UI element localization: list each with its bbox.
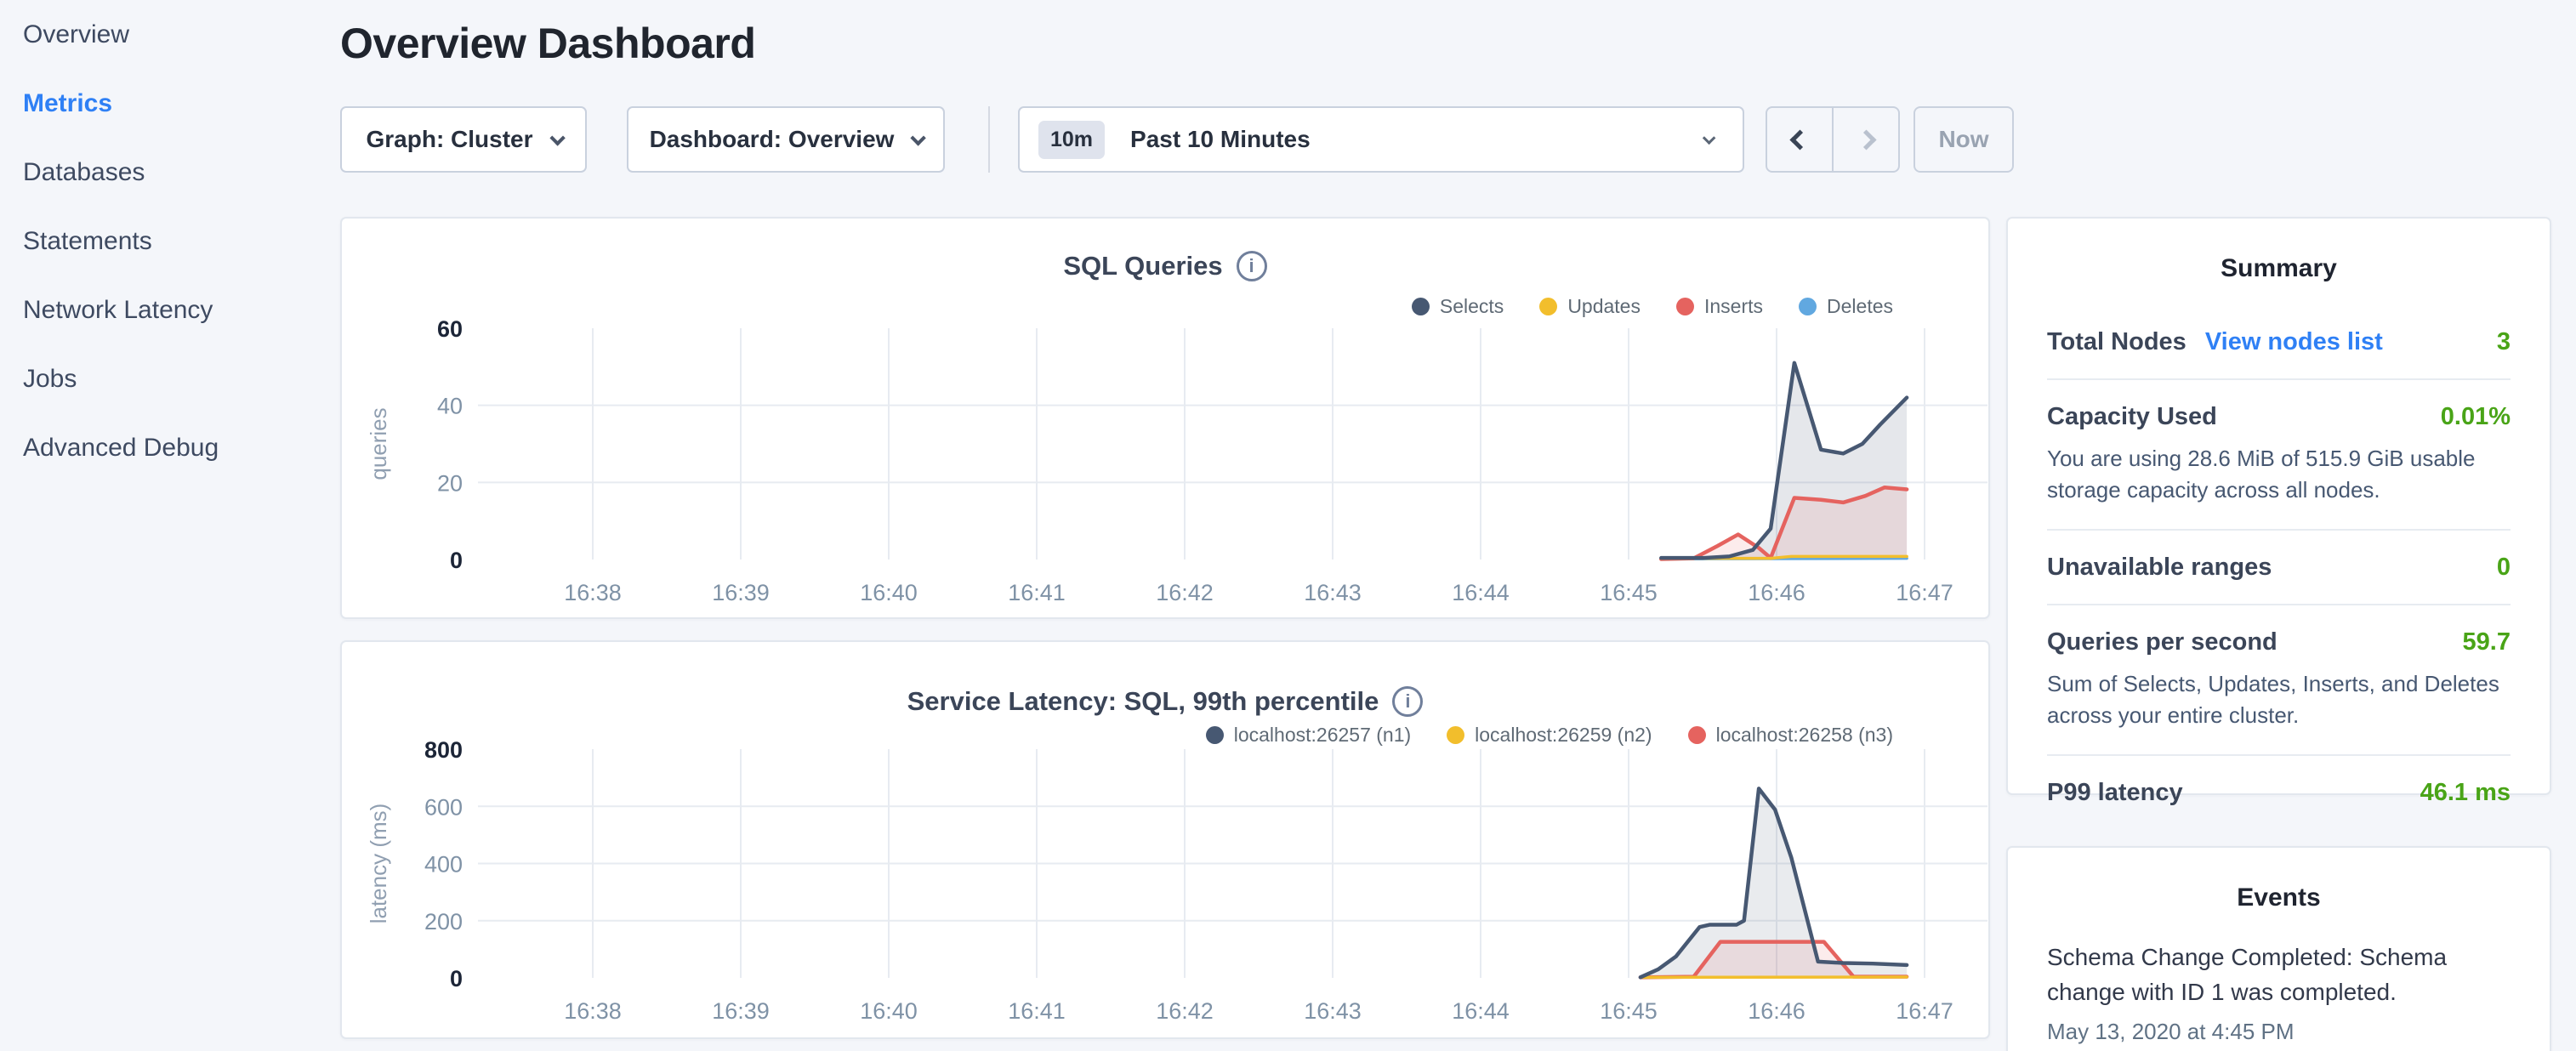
time-range-picker[interactable]: 10m Past 10 Minutes [1018,106,1744,173]
sidebar-item-advanced-debug[interactable]: Advanced Debug [0,413,340,482]
svg-text:16:39: 16:39 [712,580,770,605]
sidebar-item-overview[interactable]: Overview [0,0,340,69]
time-prev-button[interactable] [1767,108,1832,171]
chevron-down-icon [1703,131,1716,145]
svg-text:16:44: 16:44 [1452,580,1510,605]
sql-queries-chart-card: SQL Queries i SelectsUpdatesInsertsDelet… [340,217,1990,619]
time-range-label: Past 10 Minutes [1130,126,1703,153]
svg-text:16:41: 16:41 [1008,998,1066,1024]
summary-value: 46.1 ms [2420,779,2511,807]
svg-text:16:41: 16:41 [1008,580,1066,605]
svg-text:600: 600 [424,794,463,820]
event-timestamp: May 13, 2020 at 4:45 PM [2047,1019,2511,1045]
service-latency-plot[interactable]: 0 200 400 600 800 16:38 16:39 16:40 16:41 16:42 16… [342,639,1992,1037]
chevron-down-icon [549,130,565,145]
dashboard-dropdown[interactable]: Dashboard: Overview [627,106,945,173]
summary-description: You are using 28.6 MiB of 515.9 GiB usab… [2047,443,2511,507]
summary-title: Summary [2047,254,2511,283]
svg-text:40: 40 [437,394,463,419]
summary-label: P99 latency [2047,779,2183,807]
svg-text:16:38: 16:38 [564,580,622,605]
svg-text:20: 20 [437,470,463,496]
summary-row-total-nodes: Total Nodes View nodes list 3 [2047,305,2511,380]
svg-text:400: 400 [424,852,463,878]
svg-text:16:43: 16:43 [1304,580,1362,605]
sidebar-item-network-latency[interactable]: Network Latency [0,276,340,344]
svg-text:16:44: 16:44 [1452,998,1510,1024]
svg-text:16:47: 16:47 [1896,998,1953,1024]
svg-text:queries: queries [366,407,391,480]
sidebar-item-metrics[interactable]: Metrics [0,69,340,138]
svg-text:16:38: 16:38 [564,998,622,1024]
summary-value: 0 [2497,554,2511,582]
sidebar-item-jobs[interactable]: Jobs [0,344,340,413]
svg-text:16:46: 16:46 [1748,998,1805,1024]
chevron-left-icon [1789,129,1810,150]
svg-text:16:42: 16:42 [1156,998,1214,1024]
svg-text:16:46: 16:46 [1748,580,1805,605]
svg-text:60: 60 [437,316,463,342]
time-pager [1766,106,1900,173]
graph-scope-dropdown[interactable]: Graph: Cluster [340,106,587,173]
graph-scope-label: Graph: Cluster [366,126,532,153]
summary-row-queries-per-second: Queries per second 59.7 Sum of Selects, Up… [2047,605,2511,756]
svg-text:0: 0 [450,548,463,573]
chevron-right-icon [1856,129,1876,150]
svg-text:16:42: 16:42 [1156,580,1214,605]
event-message[interactable]: Schema Change Completed: Schema change w… [2047,940,2511,1010]
service-latency-chart-card: Service Latency: SQL, 99th percentile i … [340,640,1990,1039]
svg-text:16:40: 16:40 [860,998,918,1024]
summary-value: 3 [2497,328,2511,356]
page-title: Overview Dashboard [340,19,755,68]
svg-text:latency (ms): latency (ms) [366,804,391,924]
time-range-chip: 10m [1038,121,1105,159]
summary-row-p99-latency: P99 latency 46.1 ms [2047,756,2511,829]
svg-text:800: 800 [424,737,463,763]
events-panel: Events Schema Change Completed: Schema c… [2006,846,2551,1051]
summary-label: Capacity Used [2047,403,2217,431]
view-nodes-list-link[interactable]: View nodes list [2205,328,2383,356]
svg-text:16:43: 16:43 [1304,998,1362,1024]
dashboard-label: Dashboard: Overview [650,126,895,153]
svg-text:16:39: 16:39 [712,998,770,1024]
svg-text:16:45: 16:45 [1600,580,1658,605]
time-next-button[interactable] [1832,108,1898,171]
svg-text:0: 0 [450,966,463,991]
events-title: Events [2047,883,2511,912]
svg-text:200: 200 [424,909,463,935]
sidebar-item-databases[interactable]: Databases [0,138,340,207]
summary-label: Total Nodes [2047,328,2186,356]
main-content: Overview Dashboard Graph: Cluster Dashbo… [340,0,1990,1051]
sql-queries-plot[interactable]: 0 20 40 60 16:38 16:39 16:40 16:41 16:42 16:43 16:… [342,215,1992,617]
summary-label: Unavailable ranges [2047,554,2272,582]
summary-value: 0.01% [2441,403,2511,431]
chevron-down-icon [911,130,926,145]
summary-label: Queries per second [2047,628,2277,656]
sidebar-item-statements[interactable]: Statements [0,207,340,276]
summary-row-capacity-used: Capacity Used 0.01% You are using 28.6 MiB… [2047,380,2511,531]
sidebar-nav: OverviewMetricsDatabasesStatementsNetwor… [0,0,340,1051]
toolbar-divider [988,106,990,173]
summary-value: 59.7 [2463,628,2511,656]
summary-description: Sum of Selects, Updates, Inserts, and De… [2047,668,2511,732]
toolbar: Graph: Cluster Dashboard: Overview 10m P… [340,106,2014,173]
summary-row-unavailable-ranges: Unavailable ranges 0 [2047,531,2511,605]
svg-text:16:47: 16:47 [1896,580,1953,605]
now-button[interactable]: Now [1914,106,2014,173]
svg-text:16:45: 16:45 [1600,998,1658,1024]
summary-panel: Summary Total Nodes View nodes list 3 Capac… [2006,217,2551,795]
svg-text:16:40: 16:40 [860,580,918,605]
